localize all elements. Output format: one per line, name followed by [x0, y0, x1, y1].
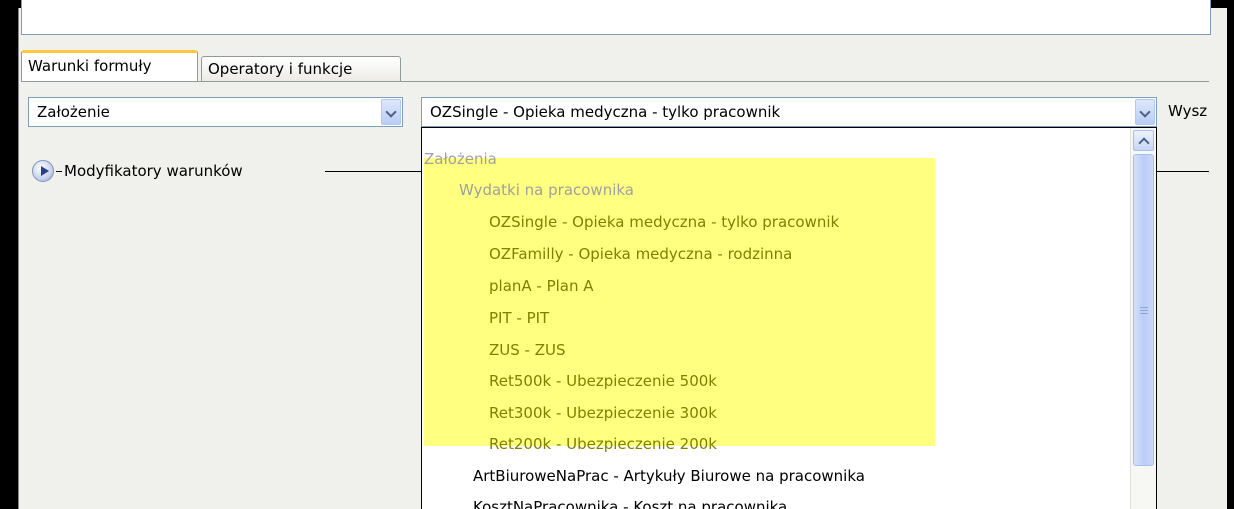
group-header: Założenia [424, 150, 497, 168]
grip-line [1140, 310, 1148, 311]
formula-text-area[interactable] [21, 0, 1211, 35]
tab-strip-divider [21, 81, 1209, 82]
list-item[interactable]: PIT - PIT [489, 308, 549, 328]
item-select[interactable]: OZSingle - Opieka medyczna - tylko praco… [421, 97, 1157, 127]
grip-line [1140, 307, 1148, 308]
chevron-down-icon[interactable] [1135, 99, 1155, 125]
chevron-down-icon[interactable] [381, 99, 401, 125]
list-item[interactable]: OZSingle - Opieka medyczna - tylko praco… [489, 212, 839, 232]
type-select[interactable]: Założenie [28, 97, 403, 127]
tab-formula-conditions[interactable]: Warunki formuły [21, 50, 198, 81]
screen-frame-left [0, 0, 18, 509]
list-item[interactable]: Ret200k - Ubezpieczenie 200k [489, 434, 717, 454]
type-select-value: Założenie [37, 103, 110, 121]
grip-line [1140, 313, 1148, 314]
list-item[interactable]: Ret500k - Ubezpieczenie 500k [489, 371, 717, 391]
item-dropdown-list[interactable]: Założenia Wydatki na pracownika OZSingle… [421, 127, 1157, 509]
list-item[interactable]: Ret300k - Ubezpieczenie 300k [489, 403, 717, 423]
dropdown-scrollbar[interactable] [1130, 128, 1156, 509]
list-item[interactable]: ArtBiuroweNaPrac - Artykuły Biurowe na p… [473, 466, 865, 486]
section-dash [56, 171, 62, 172]
chevron-up-icon[interactable] [1133, 130, 1154, 151]
tab-operators-functions[interactable]: Operatory i funkcje [201, 56, 401, 81]
list-item[interactable]: ZUS - ZUS [489, 340, 566, 360]
play-circle-icon[interactable] [32, 160, 54, 182]
scrollbar-thumb[interactable] [1133, 154, 1154, 466]
subgroup-header: Wydatki na pracownika [459, 181, 634, 199]
item-select-value: OZSingle - Opieka medyczna - tylko praco… [430, 103, 781, 121]
screen-frame-right [1227, 0, 1234, 509]
search-label: Wysz [1168, 102, 1208, 120]
window: Warunki formuły Operatory i funkcje Zało… [0, 0, 1234, 509]
modifiers-label: Modyfikatory warunków [64, 162, 243, 180]
list-item[interactable]: planA - Plan A [489, 276, 594, 296]
list-item[interactable]: OZFamilly - Opieka medyczna - rodzinna [489, 244, 792, 264]
list-item[interactable]: KosztNaPracownika - Koszt na pracownika [473, 497, 787, 509]
